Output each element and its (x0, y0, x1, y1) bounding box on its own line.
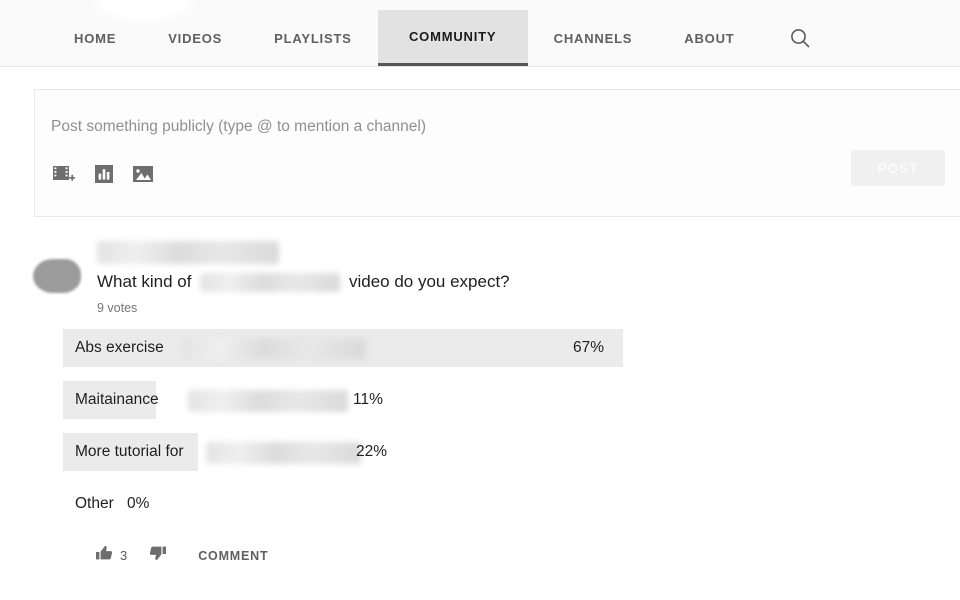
dislike-button[interactable] (149, 545, 167, 566)
poll-option-percent: 67% (573, 339, 605, 356)
composer-section: Post something publicly (type @ to menti… (0, 67, 960, 217)
poll-option-label: Maitainance (75, 391, 159, 408)
poll-results: Abs exercise 67% Maitainance 11% More tu… (0, 329, 960, 523)
comment-button[interactable]: COMMENT (198, 549, 268, 563)
poll-option-label: Abs exercise (75, 339, 164, 356)
tab-channels[interactable]: CHANNELS (528, 10, 659, 66)
poll-option-row[interactable]: Maitainance 11% (63, 381, 960, 419)
poll-question-suffix: video do you expect? (348, 272, 510, 291)
vote-count: 9 votes (97, 301, 138, 315)
poll-option-percent: 22% (356, 443, 388, 460)
poll-option-row[interactable]: Abs exercise 67% (63, 329, 960, 367)
avatar (33, 259, 81, 293)
video-add-icon[interactable] (53, 164, 76, 189)
poll-option-label: More tutorial for (75, 443, 184, 460)
poll-question: What kind of video do you expect? (97, 269, 960, 295)
bottom-edge (0, 596, 960, 600)
composer-icon-row (53, 164, 153, 189)
poll-option-percent: 0% (127, 495, 150, 512)
author-name-redacted (97, 241, 279, 264)
post-action-bar: 3 COMMENT (0, 545, 960, 566)
thumbs-up-icon (96, 545, 113, 566)
composer-placeholder-text: Post something publicly (type @ to menti… (51, 118, 427, 135)
search-button[interactable] (761, 10, 839, 66)
community-post: What kind of video do you expect? 9 vote… (0, 241, 960, 315)
poll-bar-chart-icon[interactable] (95, 165, 113, 188)
like-count: 3 (120, 548, 128, 563)
poll-question-redacted (200, 273, 341, 293)
poll-option-redacted (188, 390, 348, 412)
tab-community[interactable]: COMMUNITY (377, 10, 528, 66)
poll-question-prefix: What kind of (97, 272, 192, 291)
poll-option-row[interactable]: Other 0% (63, 485, 960, 523)
post-body: What kind of video do you expect? 9 vote… (34, 241, 960, 315)
image-icon[interactable] (133, 165, 153, 188)
post-composer[interactable]: Post something publicly (type @ to menti… (34, 89, 960, 217)
poll-option-redacted (206, 442, 361, 464)
tab-about[interactable]: ABOUT (658, 10, 760, 66)
like-button[interactable]: 3 (96, 545, 127, 566)
poll-option-redacted (181, 338, 366, 360)
thumbs-down-icon (149, 545, 167, 566)
poll-option-row[interactable]: More tutorial for 22% (63, 433, 960, 471)
channel-nav-bar: HOME VIDEOS PLAYLISTS COMMUNITY CHANNELS… (0, 0, 960, 67)
poll-option-percent: 11% (353, 391, 383, 408)
tab-playlists[interactable]: PLAYLISTS (248, 10, 378, 66)
poll-option-label: Other (75, 495, 114, 512)
search-icon (789, 27, 811, 49)
post-button[interactable]: POST (851, 150, 945, 186)
